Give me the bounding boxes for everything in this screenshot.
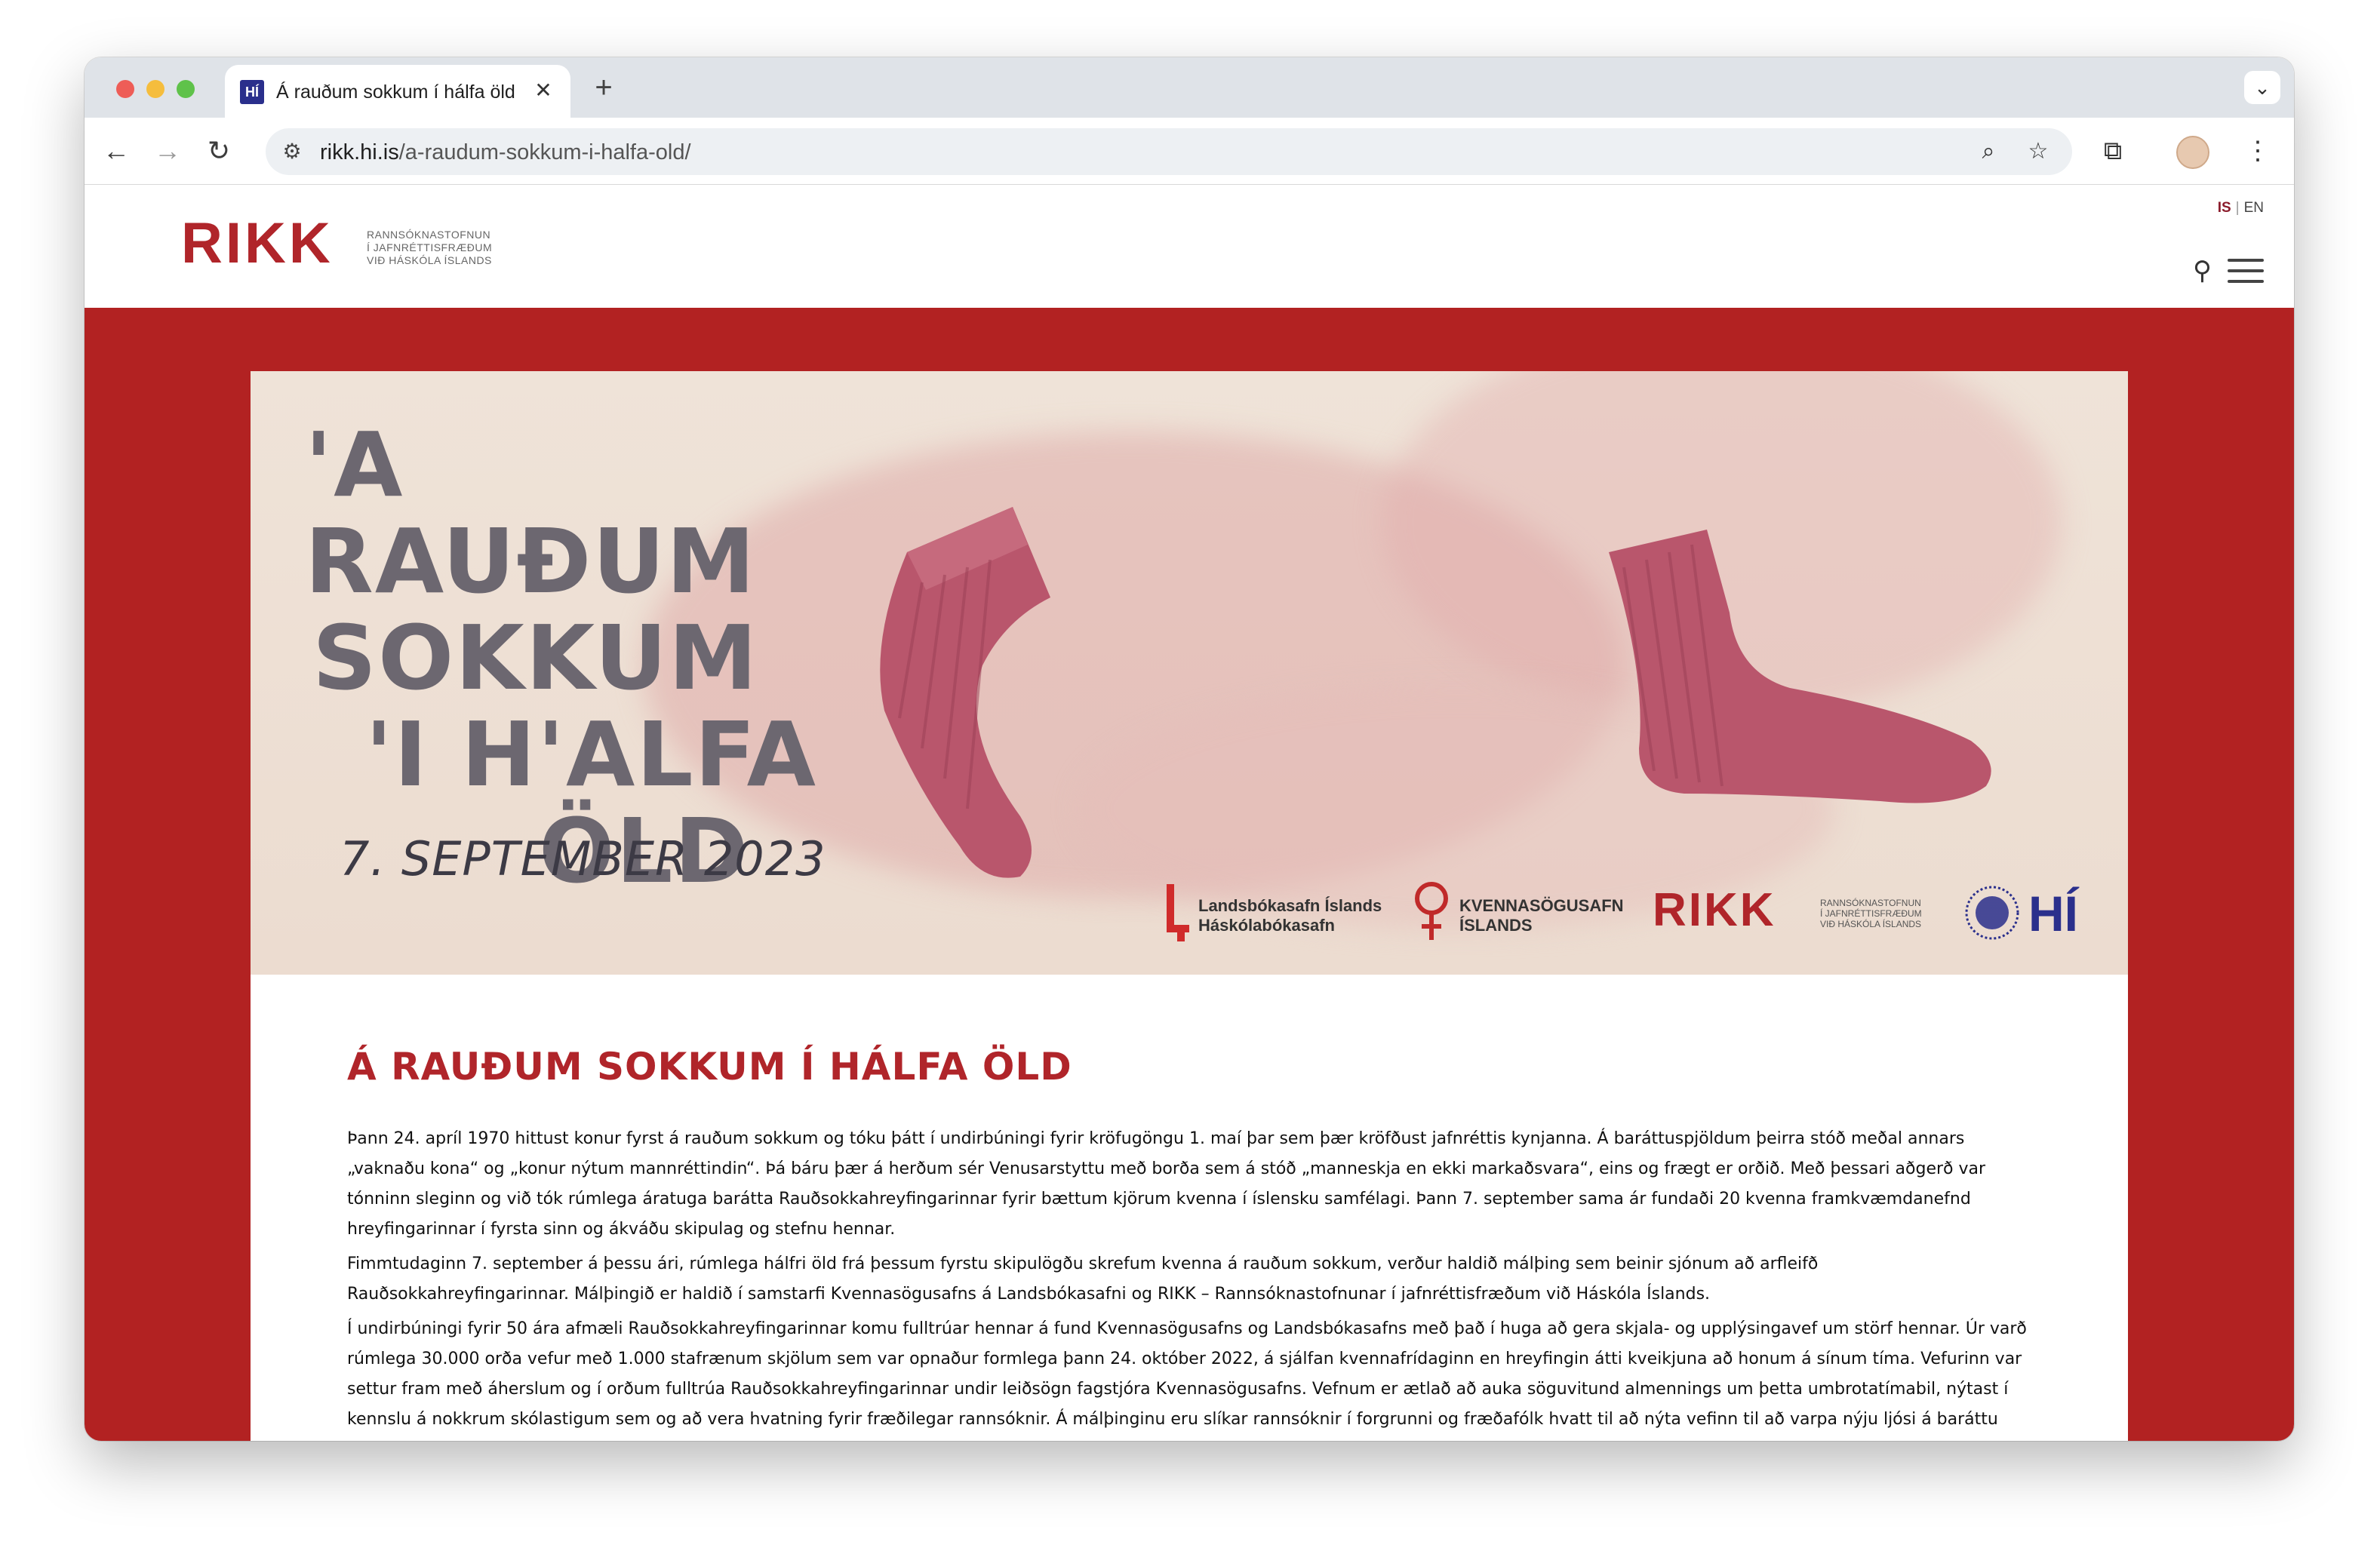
browser-toolbar: ← → ↻ ⚙ rikk.hi.is/a-raudum-sokkum-i-hal… bbox=[85, 118, 2294, 185]
banner-title-line: SOKKUM bbox=[312, 606, 759, 710]
partner-lbs-line1: Landsbókasafn Íslands bbox=[1198, 896, 1382, 915]
tab-strip: HÍ Á rauðum sokkum í hálfa öld | ✕ + ⌄ bbox=[85, 57, 2294, 118]
tab-close-icon[interactable]: ✕ bbox=[530, 77, 557, 104]
rikk-logo-subtitle: RANNSÓKNASTOFNUN Í JAFNRÉTTISFRÆÐUM VIÐ … bbox=[367, 229, 518, 267]
hi-favicon-icon: HÍ bbox=[240, 80, 264, 104]
url-path: /a-raudum-sokkum-i-halfa-old/ bbox=[398, 140, 691, 164]
left-sock-illustration bbox=[880, 507, 1050, 878]
bookmark-star-icon[interactable]: ☆ bbox=[2022, 136, 2054, 167]
content-card: 'A RAUÐUM SOKKUM 'I H'ALFA ÖLD 7. SEPTEM… bbox=[251, 371, 2128, 1441]
article-paragraph: Fimmtudaginn 7. september á þessu ári, r… bbox=[347, 1255, 1819, 1304]
logo-sub-line: RANNSÓKNASTOFNUN bbox=[367, 229, 491, 241]
partner-lbs-line2: Háskólabókasafn bbox=[1198, 916, 1335, 935]
language-switcher: IS | EN bbox=[2218, 200, 2264, 217]
banner-title: 'A RAUÐUM SOKKUM 'I H'ALFA ÖLD bbox=[305, 416, 833, 899]
partner-rikk-sub: RANNSÓKNASTOFNUN bbox=[1820, 898, 1921, 908]
banner-title-line: 'I H'ALFA bbox=[365, 702, 817, 806]
right-sock-illustration bbox=[1609, 530, 1991, 803]
partner-hi-logo: HÍ bbox=[2028, 886, 2078, 941]
article-paragraph: Í undirbúningi fyrir 50 ára afmæli Rauðs… bbox=[347, 1319, 2027, 1441]
zoom-icon[interactable]: ⌕ bbox=[1973, 136, 2004, 167]
article-heading: Á RAUÐUM SOKKUM Í HÁLFA ÖLD bbox=[347, 1045, 1072, 1089]
extensions-icon[interactable]: ⧉ bbox=[2095, 133, 2131, 169]
site-search-icon[interactable]: ⚲ bbox=[2193, 257, 2220, 284]
close-window-button[interactable] bbox=[116, 80, 134, 98]
event-banner-image: 'A RAUÐUM SOKKUM 'I H'ALFA ÖLD 7. SEPTEM… bbox=[251, 371, 2128, 975]
article-body: Á RAUÐUM SOKKUM Í HÁLFA ÖLD Þann 24. apr… bbox=[347, 1043, 2031, 1441]
article-paragraph: Þann 24. apríl 1970 hittust konur fyrst … bbox=[347, 1129, 1986, 1239]
partner-rikk-logo: RIKK bbox=[1653, 884, 1776, 936]
url-host: rikk.hi.is bbox=[320, 140, 399, 164]
rikk-logo[interactable]: RIKK bbox=[181, 213, 334, 274]
partner-kvennasogusafn: KVENNASÖGUSAFN ÍSLANDS bbox=[1413, 882, 1624, 944]
partner-rikk: RIKK RANNSÓKNASTOFNUN Í JAFNRÉTTISFRÆÐUM… bbox=[1653, 884, 1939, 944]
partner-kv-line2: ÍSLANDS bbox=[1459, 916, 1533, 935]
menu-dots-icon[interactable]: ⋮ bbox=[2240, 133, 2276, 169]
forward-arrow-icon[interactable]: → bbox=[149, 133, 186, 169]
hi-seal-icon bbox=[1965, 886, 2019, 940]
partner-kv-line1: KVENNASÖGUSAFN bbox=[1459, 896, 1624, 915]
logo-sub-line: Í JAFNRÉTTISFRÆÐUM bbox=[367, 241, 493, 253]
address-bar[interactable]: ⚙ rikk.hi.is/a-raudum-sokkum-i-halfa-old… bbox=[266, 128, 2072, 175]
page-viewport: RIKK RANNSÓKNASTOFNUN Í JAFNRÉTTISFRÆÐUM… bbox=[85, 185, 2294, 1441]
url-text[interactable]: rikk.hi.is/a-raudum-sokkum-i-halfa-old/ bbox=[320, 137, 691, 167]
lang-separator: | bbox=[2235, 200, 2240, 216]
partner-rikk-sub: Í JAFNRÉTTISFRÆÐUM bbox=[1820, 908, 1922, 919]
lang-is-link[interactable]: IS bbox=[2218, 200, 2231, 216]
minimize-window-button[interactable] bbox=[146, 80, 165, 98]
partner-hi: HÍ bbox=[1963, 884, 2099, 944]
browser-tab[interactable]: HÍ Á rauðum sokkum í hálfa öld | ✕ bbox=[225, 65, 570, 118]
banner-title-line: 'A RAUÐUM bbox=[305, 413, 757, 613]
reload-icon[interactable]: ↻ bbox=[201, 133, 237, 169]
hamburger-menu-icon[interactable] bbox=[2228, 257, 2264, 284]
site-info-icon[interactable]: ⚙ bbox=[276, 136, 308, 167]
lang-en-link[interactable]: EN bbox=[2244, 200, 2264, 216]
partner-landsbokasafn: Landsbókasafn Íslands Háskólabókasafn bbox=[1164, 884, 1390, 944]
venus-symbol-icon bbox=[1415, 882, 1448, 940]
new-tab-icon[interactable]: + bbox=[587, 72, 620, 106]
site-header: RIKK RANNSÓKNASTOFNUN Í JAFNRÉTTISFRÆÐUM… bbox=[85, 185, 2294, 308]
landsbokasafn-logo-icon bbox=[1167, 884, 1189, 941]
tab-search-chevron-icon[interactable]: ⌄ bbox=[2244, 71, 2280, 104]
logo-sub-line: VIÐ HÁSKÓLA ÍSLANDS bbox=[367, 254, 492, 266]
partner-rikk-sub: VIÐ HÁSKÓLA ÍSLANDS bbox=[1820, 919, 1922, 929]
maximize-window-button[interactable] bbox=[177, 80, 195, 98]
browser-window: HÍ Á rauðum sokkum í hálfa öld | ✕ + ⌄ ←… bbox=[85, 57, 2294, 1441]
back-arrow-icon[interactable]: ← bbox=[98, 133, 134, 169]
profile-avatar[interactable] bbox=[2176, 136, 2209, 169]
banner-date: 7. SEPTEMBER 2023 bbox=[340, 831, 826, 886]
tab-title: Á rauðum sokkum í hálfa öld | bbox=[276, 81, 518, 103]
